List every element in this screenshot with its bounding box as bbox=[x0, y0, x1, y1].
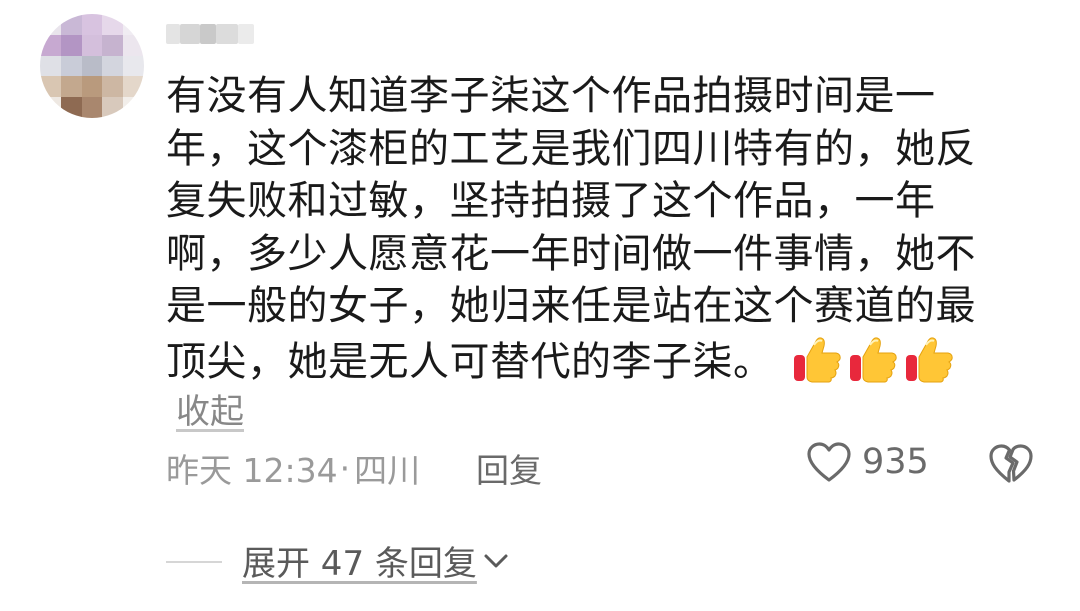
avatar-mosaic-tile bbox=[123, 55, 144, 77]
avatar-mosaic-tile bbox=[123, 14, 144, 35]
thumbs-up-emoji-icon bbox=[905, 336, 953, 382]
username-blurred[interactable] bbox=[166, 20, 274, 48]
avatar-mosaic-tile bbox=[60, 14, 82, 35]
comment-text: 有没有人知道李子柒这个作品拍摄时间是一 年，这个漆柜的工艺是我们四川特有的，她反… bbox=[166, 70, 1046, 388]
avatar-mosaic-tile bbox=[40, 97, 61, 118]
thumbs-up-emoji-icon bbox=[849, 336, 897, 382]
avatar-mosaic-tile bbox=[81, 97, 103, 118]
expand-divider bbox=[166, 561, 222, 563]
comment-line: 啊，多少人愿意花一年时间做一件事情，她不 bbox=[166, 230, 976, 277]
avatar-mosaic-tile bbox=[60, 55, 82, 77]
comment-time: 昨天 12:34 bbox=[166, 451, 338, 490]
avatar-mosaic-tile bbox=[102, 55, 124, 77]
avatar-mosaic-tile bbox=[123, 76, 144, 98]
broken-heart-icon bbox=[989, 444, 1033, 483]
avatar-mosaic-tile bbox=[60, 76, 82, 98]
emoji-group bbox=[792, 333, 956, 385]
meta-separator: · bbox=[339, 448, 351, 488]
thumbs-up-emoji-icon bbox=[793, 336, 841, 382]
comment-line: 复失败和过敏，坚持拍摄了这个作品，一年 bbox=[166, 178, 936, 224]
avatar-mosaic-tile bbox=[102, 14, 124, 35]
avatar-mosaic-tile bbox=[102, 76, 124, 98]
avatar-mosaic-tile bbox=[102, 97, 124, 118]
avatar-mosaic-tile bbox=[40, 14, 61, 35]
like-count: 935 bbox=[862, 442, 929, 482]
avatar-mosaic-tile bbox=[40, 76, 61, 98]
expand-replies-button[interactable]: 展开 47 条回复 bbox=[242, 536, 509, 585]
avatar-mosaic-tile bbox=[81, 55, 103, 77]
avatar-mosaic-tile bbox=[123, 34, 144, 56]
heart-icon bbox=[807, 442, 851, 482]
avatar-mosaic-tile bbox=[123, 97, 144, 118]
avatar-mosaic-tile bbox=[102, 34, 124, 56]
avatar-mosaic-tile bbox=[81, 76, 103, 98]
chevron-down-icon bbox=[484, 554, 508, 567]
comment-meta: 昨天 12:34 · 四川 bbox=[166, 444, 420, 492]
dislike-button[interactable] bbox=[988, 443, 1034, 489]
avatar-mosaic-tile bbox=[81, 14, 103, 35]
collapse-link[interactable]: 收起 bbox=[176, 384, 244, 433]
comment-line: 是一般的女子，她归来任是站在这个赛道的最 bbox=[166, 283, 976, 329]
reply-button[interactable]: 回复 bbox=[476, 444, 542, 492]
avatar-mosaic-tile bbox=[60, 34, 82, 56]
expand-replies-label: 展开 47 条回复 bbox=[242, 544, 477, 584]
avatar-mosaic-tile bbox=[81, 34, 103, 56]
comment-location: 四川 bbox=[354, 451, 421, 490]
avatar-mosaic-tile bbox=[40, 34, 61, 56]
comment-line-text: 顶尖，她是无人可替代的李子柒。 bbox=[166, 338, 774, 385]
comment-line: 有没有人知道李子柒这个作品拍摄时间是一 bbox=[166, 73, 936, 119]
avatar-mosaic-tile bbox=[40, 55, 61, 77]
avatar[interactable] bbox=[40, 14, 144, 118]
comment-line-last: 顶尖，她是无人可替代的李子柒。 bbox=[166, 333, 1046, 389]
avatar-mosaic-tile bbox=[60, 97, 82, 118]
like-button[interactable]: 935 bbox=[806, 441, 929, 483]
comment-line: 年，这个漆柜的工艺是我们四川特有的，她反 bbox=[166, 125, 976, 172]
